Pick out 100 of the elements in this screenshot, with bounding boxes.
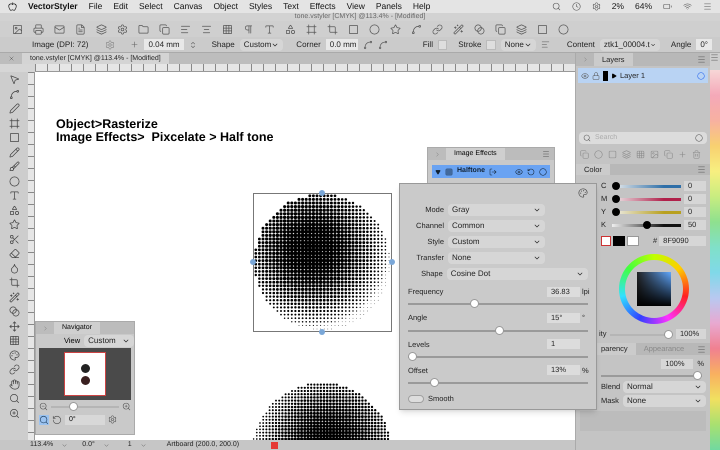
no-color-swatch[interactable] xyxy=(601,236,611,246)
view-dropdown[interactable]: Custom xyxy=(84,335,134,347)
slider[interactable] xyxy=(408,378,588,387)
tool-icon[interactable] xyxy=(8,176,20,186)
tool-icon[interactable] xyxy=(8,292,20,302)
shape-dropdown[interactable]: Custom xyxy=(240,38,284,50)
tool-icon[interactable] xyxy=(8,320,20,332)
selection-handle[interactable] xyxy=(389,259,395,265)
toolbar-tool-icon[interactable] xyxy=(516,24,527,34)
setting-dropdown[interactable]: Cosine Dot xyxy=(446,268,588,280)
toolbar-tool-icon[interactable] xyxy=(54,24,65,34)
slider-thumb[interactable] xyxy=(612,208,620,216)
rotate-icon[interactable] xyxy=(52,414,62,424)
tool-icon[interactable] xyxy=(8,248,20,259)
selection-handle[interactable] xyxy=(319,190,325,196)
setting-dropdown[interactable]: Custom xyxy=(448,236,545,248)
menu-item[interactable]: Effects xyxy=(310,0,336,13)
stroke-style-dropdown[interactable]: None xyxy=(500,38,536,50)
blend-dropdown[interactable]: Normal xyxy=(623,381,706,393)
mask-dropdown[interactable]: None xyxy=(623,395,706,407)
toolbar-tool-icon[interactable] xyxy=(285,24,296,34)
fill-swatch[interactable] xyxy=(438,40,448,50)
target-icon[interactable] xyxy=(697,72,705,80)
toolbar-tool-icon[interactable] xyxy=(537,24,548,34)
toolbar-tool-icon[interactable] xyxy=(390,24,401,34)
warning-icon[interactable] xyxy=(271,442,278,448)
toolbar-tool-icon[interactable] xyxy=(327,24,338,34)
lock-icon[interactable] xyxy=(592,72,600,80)
expand-triangle-icon[interactable] xyxy=(435,168,441,174)
stroke-swatch[interactable] xyxy=(627,236,639,246)
slider[interactable] xyxy=(408,352,588,361)
slider-thumb[interactable] xyxy=(495,326,504,334)
toolbar-tool-icon[interactable] xyxy=(12,24,23,34)
size-field[interactable]: 0.04 mm xyxy=(144,39,184,50)
toolbar-tool-icon[interactable] xyxy=(474,24,485,34)
toolbar-tool-icon[interactable] xyxy=(138,24,149,34)
panel-menu-icon[interactable] xyxy=(697,165,706,174)
setting-dropdown[interactable]: Gray xyxy=(448,204,545,216)
toolbar-tool-icon[interactable] xyxy=(33,24,44,34)
tool-icon[interactable] xyxy=(8,408,20,418)
swatch-strip[interactable] xyxy=(710,70,720,450)
menu-item[interactable]: File xyxy=(88,0,102,13)
slider[interactable] xyxy=(408,326,588,334)
menu-item[interactable]: Object xyxy=(213,0,238,13)
corner-field[interactable]: 0.0 mm xyxy=(326,39,358,50)
toolbar-tool-icon[interactable] xyxy=(348,24,359,34)
toolbar-tool-icon[interactable] xyxy=(432,24,443,34)
toolbar-tool-icon[interactable] xyxy=(243,24,254,34)
toolbar-tool-icon[interactable] xyxy=(159,24,170,34)
slider[interactable] xyxy=(408,299,588,308)
apple-icon[interactable] xyxy=(8,2,17,11)
stroke-options-icon[interactable] xyxy=(540,40,550,49)
toolbar-tool-icon[interactable] xyxy=(96,24,107,34)
corner-style-icon[interactable] xyxy=(362,40,373,50)
menu-item[interactable]: Help xyxy=(412,0,430,13)
color-slider[interactable] xyxy=(612,182,681,190)
tool-icon[interactable] xyxy=(8,146,20,158)
panel-menu-icon[interactable] xyxy=(542,150,550,158)
reset-icon[interactable] xyxy=(527,168,535,176)
setting-dropdown[interactable]: Common xyxy=(448,220,545,232)
tool-icon[interactable] xyxy=(8,161,20,172)
toolbar-tool-icon[interactable] xyxy=(201,24,212,34)
stroke-swatch[interactable] xyxy=(486,40,496,50)
slider[interactable] xyxy=(51,402,119,411)
tool-icon[interactable] xyxy=(8,118,20,128)
slider-thumb[interactable] xyxy=(664,330,673,338)
tool-icon[interactable] xyxy=(8,393,20,404)
toolbar-tool-icon[interactable] xyxy=(75,24,86,34)
slider-thumb[interactable] xyxy=(693,370,702,380)
menu-item[interactable]: Text xyxy=(283,0,299,13)
toolbar-tool-icon[interactable] xyxy=(369,24,380,34)
tool-icon[interactable] xyxy=(8,364,20,375)
panel-menu-icon[interactable] xyxy=(697,344,706,354)
toolbar-tool-icon[interactable] xyxy=(117,24,128,34)
setting-dropdown[interactable]: None xyxy=(448,252,545,264)
gear-icon[interactable] xyxy=(108,415,117,424)
slider-thumb[interactable] xyxy=(612,182,620,190)
slider-thumb[interactable] xyxy=(642,221,650,229)
menu-item[interactable]: Edit xyxy=(113,0,128,13)
close-icon[interactable] xyxy=(8,55,14,62)
tool-icon[interactable] xyxy=(8,378,20,390)
stepper-icon[interactable] xyxy=(188,40,197,48)
zoom-out-icon[interactable] xyxy=(39,402,48,411)
menu-item[interactable]: Select xyxy=(138,0,163,13)
chevron-icon[interactable] xyxy=(102,442,110,448)
slider[interactable] xyxy=(601,370,702,380)
search-icon[interactable] xyxy=(583,134,591,142)
tool-icon[interactable] xyxy=(8,219,20,230)
clock-icon[interactable] xyxy=(572,2,581,11)
expand-triangle-icon[interactable] xyxy=(611,72,617,78)
slider-thumb[interactable] xyxy=(68,402,78,411)
remove-icon[interactable] xyxy=(539,168,547,176)
tool-icon[interactable] xyxy=(8,262,20,274)
toolbar-tool-icon[interactable] xyxy=(558,24,569,34)
menu-item[interactable]: Panels xyxy=(376,0,402,13)
settings-icon[interactable] xyxy=(592,2,601,11)
color-slider[interactable] xyxy=(612,221,681,229)
tool-icon[interactable] xyxy=(8,277,20,288)
zoom-in-icon[interactable] xyxy=(122,402,131,411)
color-slider[interactable] xyxy=(612,195,681,203)
